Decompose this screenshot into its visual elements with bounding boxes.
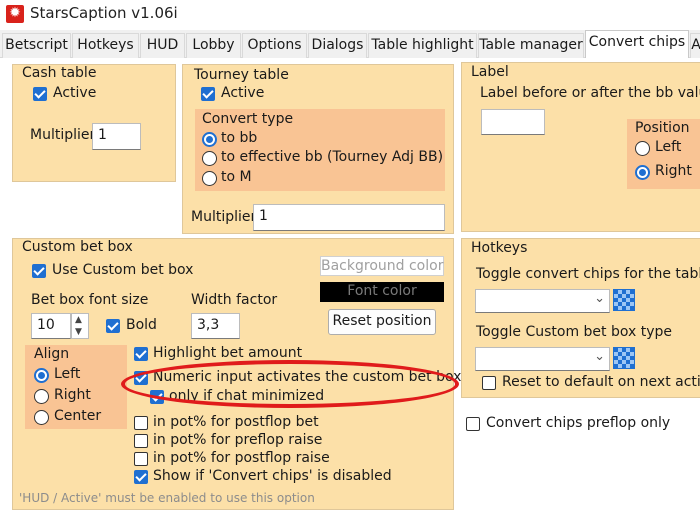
align-left-radio[interactable] bbox=[34, 368, 49, 383]
red-annotation-oval bbox=[121, 360, 459, 408]
position-left-label: Left bbox=[655, 139, 682, 155]
tab-table-manager[interactable]: Table manager bbox=[478, 33, 584, 58]
tab-table-highlight[interactable]: Table highlight bbox=[368, 33, 477, 58]
toggle-custom-label: Toggle Custom bet box type bbox=[476, 324, 673, 340]
bold-checkbox[interactable] bbox=[106, 319, 120, 333]
convert-preflop-only-checkbox[interactable] bbox=[466, 417, 480, 431]
font-size-spinner[interactable]: ▲ ▼ bbox=[71, 313, 89, 339]
tourney-multiplier-label: Multiplier bbox=[191, 209, 257, 225]
font-size-input[interactable]: 10 bbox=[31, 313, 71, 339]
position-group: Position Left Right bbox=[627, 119, 700, 189]
reset-default-checkbox[interactable] bbox=[482, 376, 496, 390]
toggle-custom-hotkey-record-icon[interactable] bbox=[613, 347, 635, 369]
align-center-radio[interactable] bbox=[34, 410, 49, 425]
hotkeys-group: Hotkeys Toggle convert chips for the tab… bbox=[461, 238, 700, 398]
cash-multiplier-input[interactable]: 1 bbox=[92, 123, 141, 150]
cash-active-label: Active bbox=[53, 85, 97, 101]
font-size-label: Bet box font size bbox=[31, 292, 149, 308]
hud-active-note: 'HUD / Active' must be enabled to use th… bbox=[19, 491, 315, 505]
reset-default-label: Reset to default on next action bbox=[502, 374, 700, 390]
toggle-convert-label: Toggle convert chips for the table bbox=[476, 266, 700, 282]
chevron-down-icon: ⌄ bbox=[594, 291, 605, 306]
show-if-disabled-label: Show if 'Convert chips' is disabled bbox=[153, 468, 392, 484]
position-title: Position bbox=[635, 120, 690, 136]
width-factor-input[interactable]: 3,3 bbox=[191, 313, 240, 339]
radio-to-m-label: to M bbox=[221, 169, 252, 185]
width-factor-label: Width factor bbox=[191, 292, 278, 308]
cash-table-group: Cash table Active Multiplier 1 bbox=[12, 64, 176, 182]
hotkeys-title: Hotkeys bbox=[471, 240, 528, 256]
radio-to-effective-bb-label: to effective bb (Tourney Adj BB) bbox=[221, 149, 444, 165]
use-custom-bet-box-checkbox[interactable] bbox=[32, 264, 46, 278]
spinner-up-icon[interactable]: ▲ bbox=[75, 315, 82, 325]
label-text-input[interactable] bbox=[481, 109, 545, 135]
app-logo-icon bbox=[6, 4, 24, 23]
tab-dialogs[interactable]: Dialogs bbox=[308, 33, 367, 58]
tourney-table-group: Tourney table Active Convert type to bb … bbox=[182, 64, 454, 234]
tourney-multiplier-input[interactable]: 1 bbox=[253, 204, 445, 231]
tab-betscript[interactable]: Betscript bbox=[2, 33, 71, 58]
position-left-radio[interactable] bbox=[635, 141, 650, 156]
custom-bet-box-title: Custom bet box bbox=[22, 239, 133, 255]
tab-hotkeys[interactable]: Hotkeys bbox=[72, 33, 139, 58]
tab-content: Cash table Active Multiplier 1 Tourney t… bbox=[0, 58, 700, 518]
tourney-active-checkbox[interactable] bbox=[201, 87, 215, 101]
highlight-bet-amount-checkbox[interactable] bbox=[134, 347, 148, 361]
toggle-custom-hotkey-combo[interactable]: ⌄ bbox=[475, 347, 610, 371]
pot-preflop-raise-checkbox[interactable] bbox=[134, 434, 148, 448]
spinner-down-icon[interactable]: ▼ bbox=[75, 327, 82, 337]
label-group: Label Label before or after the bb value… bbox=[461, 62, 700, 232]
use-custom-bet-box-label: Use Custom bet box bbox=[52, 262, 194, 278]
align-group: Align Left Right Center bbox=[25, 345, 127, 429]
reset-position-button[interactable]: Reset position bbox=[328, 309, 436, 335]
window-title: StarsCaption v1.06i bbox=[30, 4, 178, 22]
position-right-radio[interactable] bbox=[635, 165, 650, 180]
custom-bet-box-group: Custom bet box Use Custom bet box Bet bo… bbox=[12, 238, 461, 510]
convert-type-group: Convert type to bb to effective bb (Tour… bbox=[195, 109, 445, 191]
title-bar: StarsCaption v1.06i bbox=[0, 0, 700, 30]
toggle-convert-hotkey-combo[interactable]: ⌄ bbox=[475, 289, 610, 313]
position-right-label: Right bbox=[655, 163, 692, 179]
show-if-disabled-checkbox[interactable] bbox=[134, 470, 148, 484]
tab-strip: Betscript Hotkeys HUD Lobby Options Dial… bbox=[0, 30, 700, 59]
radio-to-m[interactable] bbox=[202, 171, 217, 186]
tab-overflow[interactable]: A bbox=[690, 33, 700, 58]
convert-type-title: Convert type bbox=[202, 111, 294, 127]
align-center-label: Center bbox=[54, 408, 102, 424]
align-right-label: Right bbox=[54, 387, 91, 403]
label-description: Label before or after the bb value bbox=[480, 85, 700, 101]
tab-lobby[interactable]: Lobby bbox=[186, 33, 241, 58]
radio-to-bb[interactable] bbox=[202, 132, 217, 147]
bold-label: Bold bbox=[126, 317, 157, 333]
radio-to-bb-label: to bb bbox=[221, 130, 258, 146]
radio-to-effective-bb[interactable] bbox=[202, 151, 217, 166]
tourney-active-label: Active bbox=[221, 85, 265, 101]
tab-hud[interactable]: HUD bbox=[140, 33, 185, 58]
align-title: Align bbox=[34, 346, 70, 362]
align-left-label: Left bbox=[54, 366, 81, 382]
pot-postflop-bet-label: in pot% for postflop bet bbox=[153, 414, 319, 430]
pot-postflop-raise-label: in pot% for postflop raise bbox=[153, 450, 330, 466]
font-color-button[interactable]: Font color bbox=[320, 282, 444, 302]
highlight-bet-amount-label: Highlight bet amount bbox=[153, 345, 303, 361]
pot-postflop-bet-checkbox[interactable] bbox=[134, 416, 148, 430]
cash-multiplier-label: Multiplier bbox=[30, 127, 96, 143]
tourney-table-title: Tourney table bbox=[194, 67, 289, 83]
toggle-convert-hotkey-record-icon[interactable] bbox=[613, 289, 635, 311]
tab-options[interactable]: Options bbox=[242, 33, 307, 58]
tab-convert-chips[interactable]: Convert chips bbox=[585, 30, 689, 59]
align-right-radio[interactable] bbox=[34, 389, 49, 404]
pot-postflop-raise-checkbox[interactable] bbox=[134, 452, 148, 466]
label-group-title: Label bbox=[471, 64, 509, 80]
pot-preflop-raise-label: in pot% for preflop raise bbox=[153, 432, 323, 448]
convert-preflop-only-label: Convert chips preflop only bbox=[486, 415, 671, 431]
cash-table-title: Cash table bbox=[22, 65, 97, 81]
chevron-down-icon: ⌄ bbox=[594, 349, 605, 364]
background-color-button[interactable]: Background color bbox=[320, 256, 444, 276]
cash-active-checkbox[interactable] bbox=[33, 87, 47, 101]
